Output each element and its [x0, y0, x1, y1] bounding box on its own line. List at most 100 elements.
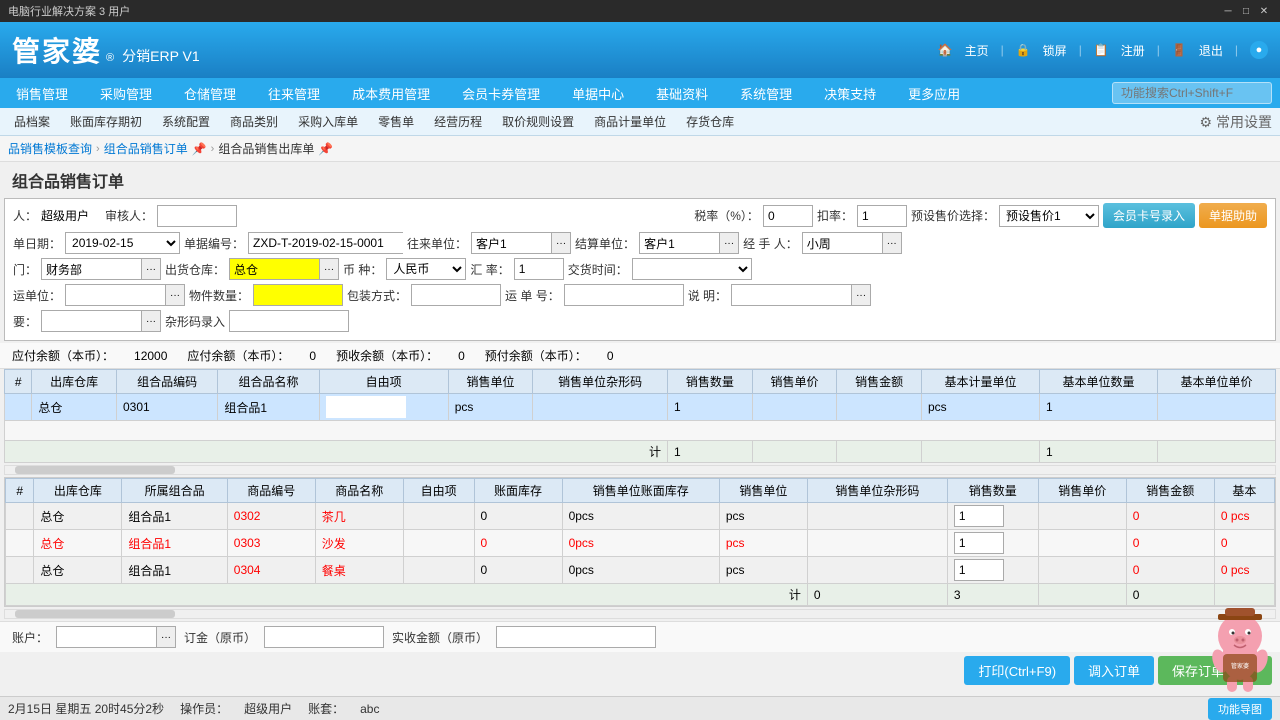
- req-container: ···: [41, 310, 161, 332]
- member-btn[interactable]: 会员卡号录入: [1103, 203, 1195, 228]
- warehouse-input[interactable]: [229, 258, 319, 280]
- scroll-thumb-1[interactable]: [15, 466, 175, 474]
- menu-search-input[interactable]: [1112, 82, 1272, 104]
- menu-warehouse[interactable]: 仓储管理: [176, 80, 244, 107]
- menu-orders[interactable]: 单据中心: [564, 80, 632, 107]
- ship-input[interactable]: [65, 284, 165, 306]
- settle-input[interactable]: [639, 232, 719, 254]
- lock-btn[interactable]: 锁屏: [1043, 42, 1067, 59]
- dept-btn[interactable]: ···: [141, 258, 161, 280]
- scroll-thumb-2[interactable]: [15, 610, 175, 618]
- req-btn[interactable]: ···: [141, 310, 161, 332]
- to-unit-input[interactable]: [471, 232, 551, 254]
- sep2: |: [1079, 43, 1082, 57]
- td2-qty[interactable]: [947, 557, 1038, 584]
- order-input[interactable]: [264, 626, 384, 648]
- pack-input[interactable]: [411, 284, 501, 306]
- menu-more[interactable]: 更多应用: [900, 80, 968, 107]
- table-row[interactable]: 总仓 组合品1 0304 餐桌 0 0pcs pcs 0 0 pcs: [6, 557, 1275, 584]
- order-no-label: 单据编号：: [184, 235, 244, 252]
- td2-base: 0 pcs: [1214, 503, 1274, 530]
- sub-tool-retail[interactable]: 零售单: [372, 111, 420, 132]
- to-unit-btn[interactable]: ···: [551, 232, 571, 254]
- account-input[interactable]: [56, 626, 156, 648]
- remark-container: ···: [731, 284, 871, 306]
- home-btn[interactable]: 主页: [965, 42, 989, 59]
- order-label: 订金（原币）: [184, 629, 256, 646]
- exit-btn[interactable]: 退出: [1199, 42, 1223, 59]
- ship-btn[interactable]: ···: [165, 284, 185, 306]
- handler-btn[interactable]: ···: [882, 232, 902, 254]
- date-select[interactable]: 2019-02-15: [65, 232, 180, 254]
- sub-tool-history[interactable]: 经营历程: [428, 111, 488, 132]
- sub-tool-purchase[interactable]: 采购入库单: [292, 111, 364, 132]
- import-btn[interactable]: 调入订单: [1074, 656, 1154, 685]
- remark-input[interactable]: [731, 284, 851, 306]
- req-input[interactable]: [41, 310, 141, 332]
- sub-tool-uom[interactable]: 商品计量单位: [588, 111, 672, 132]
- warehouse-btn[interactable]: ···: [319, 258, 339, 280]
- td-free[interactable]: [319, 394, 448, 421]
- maximize-btn[interactable]: □: [1238, 4, 1254, 18]
- order-no-input[interactable]: [248, 232, 403, 254]
- help-btn[interactable]: 单据助助: [1199, 203, 1267, 228]
- register-btn[interactable]: 注册: [1121, 42, 1145, 59]
- td2-barcode: [807, 530, 947, 557]
- remark-btn[interactable]: ···: [851, 284, 871, 306]
- table-row[interactable]: 总仓 组合品1 0303 沙发 0 0pcs pcs 0 0: [6, 530, 1275, 557]
- dept-input[interactable]: [41, 258, 141, 280]
- menu-member[interactable]: 会员卡券管理: [454, 80, 548, 107]
- ship-no-input[interactable]: [564, 284, 684, 306]
- th2-stock: 账面库存: [474, 479, 562, 503]
- sub-tool-product[interactable]: 品档案: [8, 111, 56, 132]
- title-buttons[interactable]: ─ □ ✕: [1220, 4, 1272, 18]
- menu-sales[interactable]: 销售管理: [8, 80, 76, 107]
- menu-decision[interactable]: 决策支持: [816, 80, 884, 107]
- td2-qty[interactable]: [947, 530, 1038, 557]
- td2-free: [403, 557, 474, 584]
- close-btn[interactable]: ✕: [1256, 4, 1272, 18]
- table-row[interactable]: 总仓 组合品1 0302 茶几 0 0pcs pcs 0 0 pcs: [6, 503, 1275, 530]
- menu-purchase[interactable]: 采购管理: [92, 80, 160, 107]
- sub-tool-stock[interactable]: 账面库存期初: [64, 111, 148, 132]
- menu-basics[interactable]: 基础资料: [648, 80, 716, 107]
- print-btn[interactable]: 打印(Ctrl+F9): [964, 656, 1070, 685]
- settings-icon[interactable]: ⚙ 常用设置: [1200, 112, 1272, 132]
- exchange-select[interactable]: [632, 258, 752, 280]
- sub-tool-pricing[interactable]: 取价规则设置: [496, 111, 580, 132]
- menu-system[interactable]: 系统管理: [732, 80, 800, 107]
- barcode-input[interactable]: [229, 310, 349, 332]
- menu-transactions[interactable]: 往来管理: [260, 80, 328, 107]
- info-btn[interactable]: ●: [1250, 41, 1268, 59]
- tax-input[interactable]: [763, 205, 813, 227]
- td2-base: 0 pcs: [1214, 557, 1274, 584]
- td2-qty[interactable]: [947, 503, 1038, 530]
- sub-tool-storage[interactable]: 存货仓库: [680, 111, 740, 132]
- item-count-input[interactable]: [253, 284, 343, 306]
- function-map-btn[interactable]: 功能导图: [1208, 698, 1272, 720]
- menu-cost[interactable]: 成本费用管理: [344, 80, 438, 107]
- breadcrumb-item-1[interactable]: 品销售模板查询: [8, 140, 92, 157]
- actual-input[interactable]: [496, 626, 656, 648]
- logo-sub: 分销ERP V1: [122, 46, 200, 66]
- price-select[interactable]: 预设售价1: [999, 205, 1099, 227]
- review-input[interactable]: [157, 205, 237, 227]
- sub-tool-config[interactable]: 系统配置: [156, 111, 216, 132]
- scroll-area-1[interactable]: [4, 465, 1276, 475]
- exchange-label: 交货时间：: [568, 261, 628, 278]
- sub-tool-category[interactable]: 商品类别: [224, 111, 284, 132]
- scroll-area-2[interactable]: [4, 609, 1276, 619]
- handler-input[interactable]: [802, 232, 882, 254]
- settle-btn[interactable]: ···: [719, 232, 739, 254]
- table1: # 出库仓库 组合品编码 组合品名称 自由项 销售单位 销售单位杂形码 销售数量…: [4, 369, 1276, 463]
- rate-input[interactable]: [514, 258, 564, 280]
- table2-header-row: # 出库仓库 所属组合品 商品编号 商品名称 自由项 账面库存 销售单位账面库存…: [6, 479, 1275, 503]
- currency-select[interactable]: 人民币: [386, 258, 466, 280]
- table-row[interactable]: 总仓 0301 组合品1 pcs 1 pcs 1: [5, 394, 1276, 421]
- discount-input[interactable]: [857, 205, 907, 227]
- advance-value: 0: [607, 349, 614, 363]
- account-btn[interactable]: ···: [156, 626, 176, 648]
- th-base-unit: 基本计量单位: [922, 370, 1040, 394]
- minimize-btn[interactable]: ─: [1220, 4, 1236, 18]
- breadcrumb-item-2[interactable]: 组合品销售订单: [104, 140, 188, 157]
